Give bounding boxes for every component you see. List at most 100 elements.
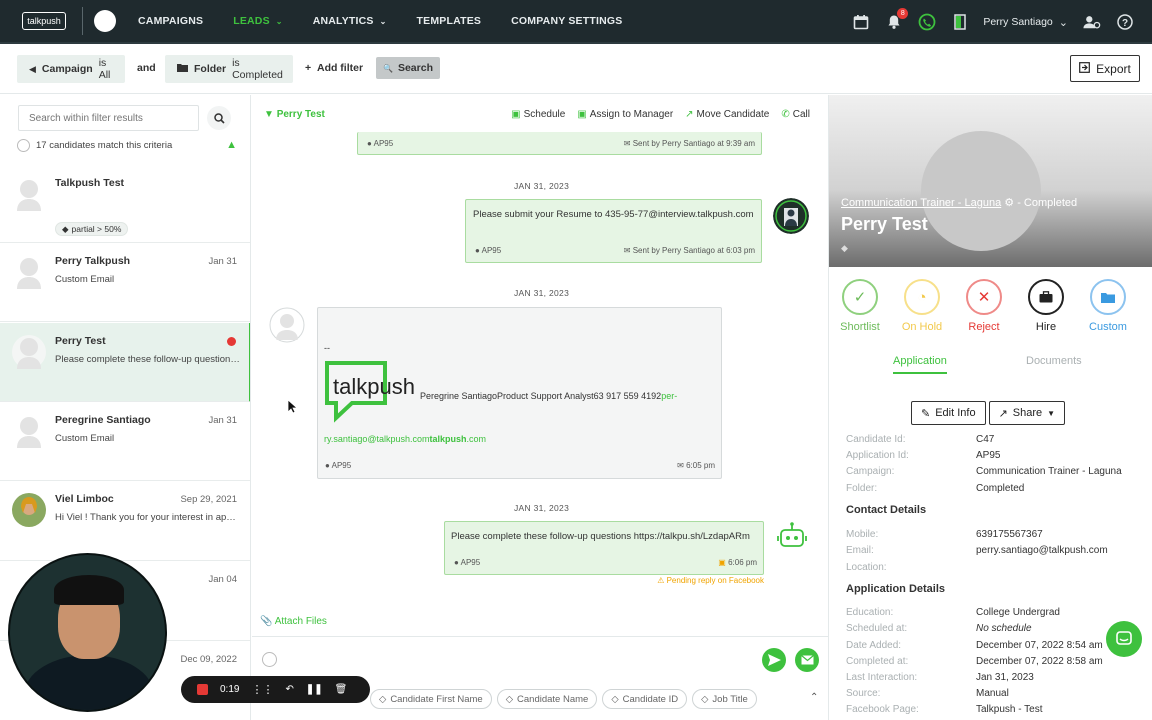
message-text: Please complete these follow-up question… <box>451 531 750 542</box>
attach-files-button[interactable]: 📎 Attach Files <box>260 616 327 627</box>
custom-button[interactable]: Custom <box>1077 279 1139 333</box>
signature-brand: talkpush <box>429 434 467 444</box>
phone-status-icon[interactable] <box>918 13 936 31</box>
folder-icon <box>177 63 188 75</box>
token-label: Candidate First Name <box>390 693 483 705</box>
candidate-date: Jan 04 <box>208 574 237 585</box>
match-count-text: 17 candidates match this criteria <box>36 139 173 151</box>
edit-info-label: Edit Info <box>935 407 976 419</box>
on-hold-label: On Hold <box>901 321 943 333</box>
field-value: December 07, 2022 8:54 am <box>976 640 1103 651</box>
user-settings-icon[interactable] <box>1083 13 1101 31</box>
candidate-item-perry-talkpush[interactable]: Perry Talkpush Jan 31 Custom Email <box>0 243 250 322</box>
company-avatar[interactable] <box>94 10 116 32</box>
field-label: Campaign: <box>846 466 895 477</box>
message-code-label: AP95 <box>373 139 394 148</box>
on-hold-button[interactable]: ◔ On Hold <box>891 279 953 333</box>
assign-manager-button[interactable]: ▣ Assign to Manager <box>577 109 673 120</box>
profile-header: Communication Trainer - Laguna ⚙ - Compl… <box>829 95 1152 267</box>
phone-icon: ✆ <box>781 109 790 120</box>
contact-details-heading: Contact Details <box>846 504 927 516</box>
nav-analytics-label: ANALYTICS <box>312 15 374 27</box>
folder-filter-pill[interactable]: Folder is Completed <box>165 55 293 83</box>
nav-links: CAMPAIGNS LEADS ⌄ ANALYTICS ⌄ TEMPLATES CO… <box>138 15 652 27</box>
search-icon[interactable] <box>207 106 231 130</box>
folder-filter-key: Folder <box>194 63 227 75</box>
match-count-row: 17 candidates match this criteria ▲ <box>17 137 237 153</box>
chevron-down-icon[interactable]: ⌄ <box>1059 16 1068 29</box>
sort-icon[interactable]: ▲ <box>226 139 237 151</box>
tag-icon[interactable]: ◆ <box>841 243 848 254</box>
send-messenger-button[interactable] <box>762 648 786 672</box>
add-filter-button[interactable]: + Add filter <box>305 62 363 74</box>
candidate-photo <box>12 493 46 527</box>
reject-button[interactable]: ✕ Reject <box>953 279 1015 333</box>
profile-campaign-link[interactable]: Communication Trainer - Laguna <box>841 197 1001 209</box>
field-value: Jan 31, 2023 <box>976 672 1034 683</box>
support-chat-button[interactable] <box>1106 621 1142 657</box>
reject-label: Reject <box>968 321 1000 333</box>
field-value[interactable]: 639175567367 <box>976 529 1043 540</box>
campaign-filter-pill[interactable]: ◀ Campaign is All <box>17 55 125 83</box>
nav-company-settings[interactable]: COMPANY SETTINGS <box>511 15 622 27</box>
field-label: Email: <box>846 545 874 556</box>
call-button[interactable]: ✆ Call <box>781 109 810 120</box>
nav-leads[interactable]: LEADS ⌄ <box>233 15 283 27</box>
candidate-item-talkpush-test[interactable]: Talkpush Test ◆ partial > 50% <box>0 165 250 243</box>
nav-templates[interactable]: TEMPLATES <box>417 15 482 27</box>
schedule-button[interactable]: ▣ Schedule <box>511 109 565 120</box>
candidate-search-input[interactable] <box>18 105 199 131</box>
candidate-item-viel-limboc[interactable]: Viel Limboc Sep 29, 2021 Hi Viel ! Thank… <box>0 481 250 561</box>
talkpush-logo[interactable]: talkpush <box>22 12 66 30</box>
recording-timer: 0:19 <box>220 684 240 695</box>
nav-campaigns[interactable]: CAMPAIGNS <box>138 15 203 27</box>
email-signature-link[interactable]: ry.santiago@talkpush.comtalkpush.com <box>324 434 486 444</box>
field-value: Completed <box>976 483 1025 494</box>
hire-button[interactable]: Hire <box>1015 279 1077 333</box>
user-name[interactable]: Perry Santiago <box>983 16 1052 28</box>
stop-recording-icon[interactable] <box>197 684 208 695</box>
message-composer[interactable] <box>260 649 806 671</box>
conversation-candidate-name[interactable]: ▼ Perry Test <box>264 109 325 120</box>
token-job-title[interactable]: ◇ Job Title <box>692 689 757 709</box>
profile-edit-row: ✎ Edit Info ↗ Share ▼ <box>911 401 1066 425</box>
candidate-item-peregrine-santiago[interactable]: Peregrine Santiago Jan 31 Custom Email <box>0 402 250 481</box>
candidate-last-message: Please complete these follow-up question… <box>55 354 240 365</box>
tag-icon: ◇ <box>611 693 619 705</box>
signature-link[interactable]: per- <box>661 391 677 401</box>
emoji-icon[interactable] <box>262 652 277 667</box>
door-status-icon[interactable] <box>951 13 969 31</box>
field-label: Application Id: <box>846 450 909 461</box>
edit-info-button[interactable]: ✎ Edit Info <box>911 401 986 425</box>
select-all-radio[interactable] <box>17 138 30 152</box>
nav-analytics[interactable]: ANALYTICS ⌄ <box>313 15 387 27</box>
token-first-name[interactable]: ◇ Candidate First Name <box>370 689 492 709</box>
chevron-up-icon[interactable]: ⌃ <box>810 692 818 703</box>
gear-icon[interactable]: ⚙ <box>1004 197 1014 209</box>
message-sent-label: Sent by Perry Santiago at 6:03 pm <box>632 246 755 255</box>
shortlist-button[interactable]: ✓ Shortlist <box>829 279 891 333</box>
tab-documents[interactable]: Documents <box>1026 355 1082 367</box>
assign-icon: ▣ <box>577 109 587 120</box>
template-tokens: ◇ Candidate First Name ◇ Candidate Name ◇ C… <box>370 689 757 709</box>
tab-application[interactable]: Application <box>893 355 947 374</box>
export-button[interactable]: Export <box>1070 55 1140 82</box>
profile-silhouette <box>921 131 1041 251</box>
share-button[interactable]: ↗ Share ▼ <box>988 401 1066 425</box>
field-label: Scheduled at: <box>846 623 908 634</box>
help-icon[interactable]: ? <box>1116 13 1134 31</box>
field-value[interactable]: perry.santiago@talkpush.com <box>976 545 1108 556</box>
token-candidate-name[interactable]: ◇ Candidate Name <box>496 689 598 709</box>
campaign-filter-value: is All <box>98 57 111 81</box>
send-email-button[interactable] <box>795 648 819 672</box>
message-time-label: 6:05 pm <box>686 461 715 470</box>
token-candidate-id[interactable]: ◇ Candidate ID <box>602 689 688 709</box>
calendar-icon[interactable] <box>852 13 870 31</box>
folder-icon <box>1090 279 1126 315</box>
move-candidate-button[interactable]: ↗ Move Candidate <box>685 109 769 120</box>
field-label: Source: <box>846 688 881 699</box>
candidate-item-perry-test[interactable]: Perry Test Please complete these follow-… <box>0 323 250 402</box>
filter-search-button[interactable]: 🔍 Search <box>376 57 440 79</box>
conversation-candidate-label: Perry Test <box>276 109 325 120</box>
bell-icon[interactable]: 8 <box>885 8 909 31</box>
